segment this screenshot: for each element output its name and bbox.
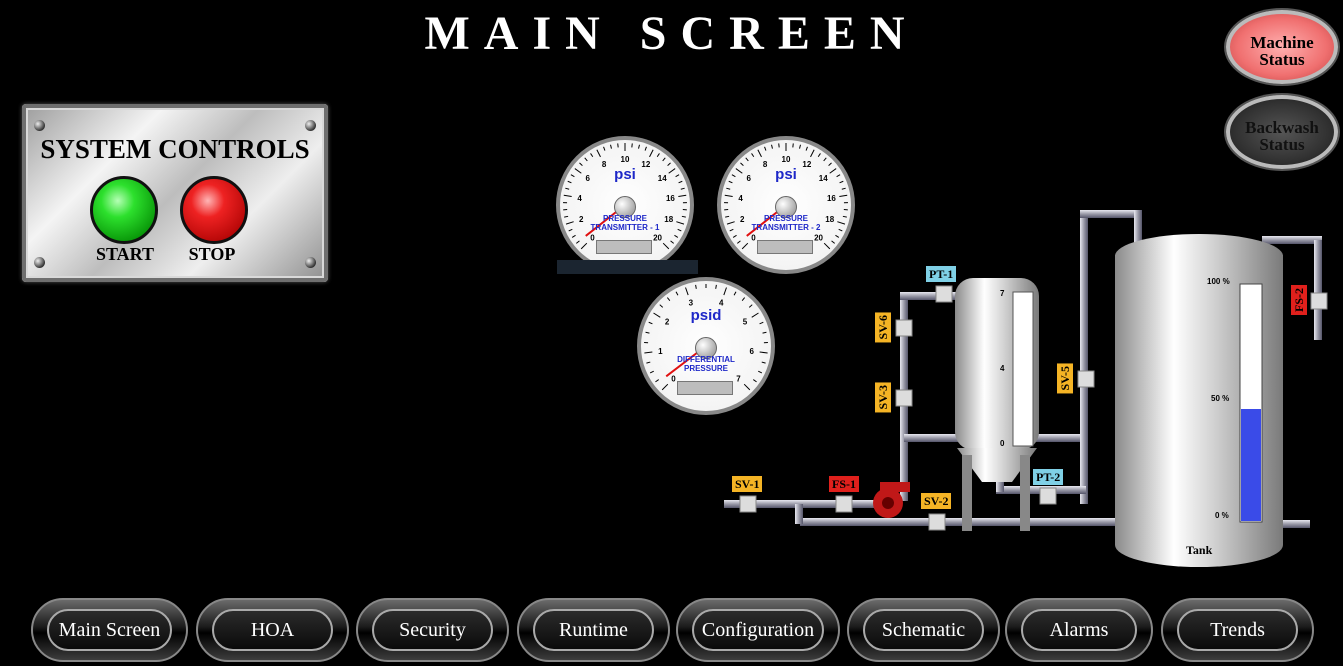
sv3-tag[interactable]: SV-3 — [875, 382, 891, 413]
nav-security[interactable]: Security — [356, 598, 509, 662]
valve-sv6-icon — [895, 319, 913, 337]
nav-label: Main Screen — [47, 609, 172, 651]
nav-label: Schematic — [863, 609, 984, 651]
switch-fs1-icon — [835, 495, 853, 513]
filter-level-gauge — [1012, 291, 1034, 447]
nav-label: Configuration — [692, 609, 824, 651]
nav-label: Security — [372, 609, 493, 651]
valve-sv2-icon — [928, 513, 946, 531]
pt2-tag[interactable]: PT-2 — [1033, 469, 1064, 485]
nav-hoa[interactable]: HOA — [196, 598, 349, 662]
filter-leg — [962, 455, 972, 531]
fs1-tag[interactable]: FS-1 — [829, 476, 859, 492]
nav-label: Alarms — [1021, 609, 1137, 651]
pump-outlet — [880, 482, 910, 492]
valve-sv3-icon — [895, 389, 913, 407]
nav-schematic[interactable]: Schematic — [847, 598, 1000, 662]
valve-sv1-icon — [739, 495, 757, 513]
transmitter-pt2-icon — [1039, 487, 1057, 505]
nav-alarms[interactable]: Alarms — [1005, 598, 1153, 662]
tank-scale-label: 0 % — [1215, 511, 1229, 520]
nav-label: Runtime — [533, 609, 654, 651]
nav-main-screen[interactable]: Main Screen — [31, 598, 188, 662]
pipe — [800, 518, 1120, 526]
pipe — [1034, 434, 1084, 442]
process-schematic: 7 4 0 100 % 50 % 0 % Tank — [724, 210, 1328, 567]
transmitter-pt1-icon — [935, 285, 953, 303]
pipe — [1314, 240, 1322, 340]
pipe — [904, 434, 958, 442]
filter-leg — [1020, 455, 1030, 531]
filter-scale-label: 4 — [1000, 364, 1005, 373]
pipe — [1262, 236, 1322, 244]
switch-fs2-icon — [1310, 292, 1328, 310]
pipe — [1080, 214, 1088, 504]
tank-label: Tank — [1186, 543, 1213, 557]
sv5-tag[interactable]: SV-5 — [1057, 363, 1073, 394]
tank-level-fill — [1241, 409, 1261, 521]
filter-scale-label: 0 — [1000, 439, 1005, 448]
pipe — [1280, 520, 1310, 528]
nav-runtime[interactable]: Runtime — [517, 598, 670, 662]
fs2-tag[interactable]: FS-2 — [1291, 285, 1307, 315]
sv2-tag[interactable]: SV-2 — [921, 493, 952, 509]
pipe — [1080, 210, 1140, 218]
tank-scale-label: 50 % — [1211, 394, 1229, 403]
nav-label: HOA — [212, 609, 333, 651]
pt1-tag[interactable]: PT-1 — [926, 266, 957, 282]
sv6-tag[interactable]: SV-6 — [875, 312, 891, 343]
nav-trends[interactable]: Trends — [1161, 598, 1314, 662]
pipe — [795, 504, 803, 524]
sv1-tag[interactable]: SV-1 — [732, 476, 763, 492]
valve-sv5-icon — [1077, 370, 1095, 388]
tank-scale-label: 100 % — [1207, 277, 1230, 286]
filter-scale-label: 7 — [1000, 289, 1005, 298]
nav-label: Trends — [1177, 609, 1298, 651]
pump-impeller — [882, 497, 894, 509]
nav-configuration[interactable]: Configuration — [676, 598, 840, 662]
